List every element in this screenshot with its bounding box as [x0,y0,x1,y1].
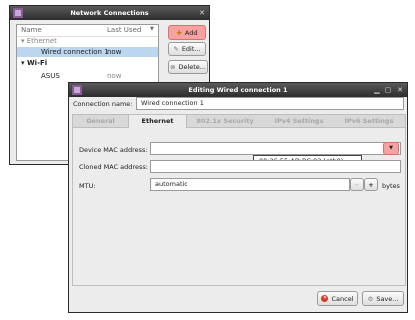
cancel-button[interactable]: ✕ Cancel [317,291,358,306]
delete-label: Delete... [178,63,206,71]
mtu-label: MTU: [79,182,96,190]
connection-name-input[interactable]: Wired connection 1 [136,97,404,110]
minimize-icon[interactable]: ▁ [373,86,381,94]
edit-dialog-title: Editing Wired connection 1 [188,86,288,94]
mtu-input[interactable]: automatic [150,178,350,191]
network-connections-title: Network Connections [70,9,149,17]
tab-content: Device MAC address: ▼ 00:26:55:AD:BC:92 … [72,127,406,286]
edit-dialog-titlebar: Editing Wired connection 1 ▁ ▢ ✕ [69,83,407,97]
mtu-unit-label: bytes [382,182,400,190]
network-connections-titlebar: Network Connections ✕ [10,6,209,20]
mtu-decrement-button[interactable]: − [350,178,364,191]
cancel-icon: ✕ [321,295,329,302]
tab-bar: General Ethernet 802.1x Security IPv4 Se… [72,114,406,128]
list-item[interactable]: ASUS now [17,71,158,81]
app-icon [13,8,23,18]
section-label: Ethernet [26,37,57,45]
cloned-mac-label: Cloned MAC address: [79,163,148,171]
column-last-used[interactable]: Last Used [107,26,141,34]
edit-connection-dialog: Editing Wired connection 1 ▁ ▢ ✕ Connect… [68,82,408,313]
expander-icon[interactable]: ▾ [21,37,25,45]
expander-icon[interactable]: ▾ [21,59,25,67]
close-icon[interactable]: ✕ [198,9,206,17]
section-label: Wi-Fi [26,59,48,67]
plus-label: + [368,180,374,189]
save-label: Save... [376,294,399,303]
app-icon [72,85,82,95]
edit-label: Edit... [181,45,201,53]
list-item[interactable]: Wired connection 1 now [17,47,158,57]
edit-icon: ✎ [173,45,179,53]
add-button[interactable]: ✚ Add [168,25,206,40]
delete-button[interactable]: ⊗ Delete... [168,60,208,74]
device-mac-label: Device MAC address: [79,146,148,154]
minus-label: − [354,180,360,189]
connection-name: ASUS [41,72,60,80]
mtu-increment-button[interactable]: + [364,178,378,191]
connection-last-used: now [107,48,122,56]
section-header-ethernet: ▾ Ethernet [21,37,57,45]
maximize-icon[interactable]: ▢ [384,86,392,94]
sort-down-icon: ▼ [150,26,154,32]
cloned-mac-input[interactable] [150,160,401,173]
save-icon: ⚙ [367,294,374,303]
add-icon: ✚ [176,28,182,37]
save-button[interactable]: ⚙ Save... [362,291,404,306]
edit-button[interactable]: ✎ Edit... [168,42,206,56]
section-header-wifi: ▾ Wi-Fi [21,59,47,67]
device-mac-combo[interactable] [150,142,401,155]
cancel-label: Cancel [331,294,354,303]
connection-name-label: Connection name: [73,100,133,108]
delete-icon: ⊗ [169,63,176,71]
chevron-down-icon: ▼ [389,145,393,151]
add-label: Add [184,28,198,37]
list-header: Name Last Used ▼ [17,25,158,37]
connection-last-used: now [107,72,122,80]
close-icon[interactable]: ✕ [396,86,404,94]
device-mac-dropdown-button[interactable]: ▼ [383,142,399,155]
column-name[interactable]: Name [21,26,42,34]
connection-name: Wired connection 1 [41,48,109,56]
